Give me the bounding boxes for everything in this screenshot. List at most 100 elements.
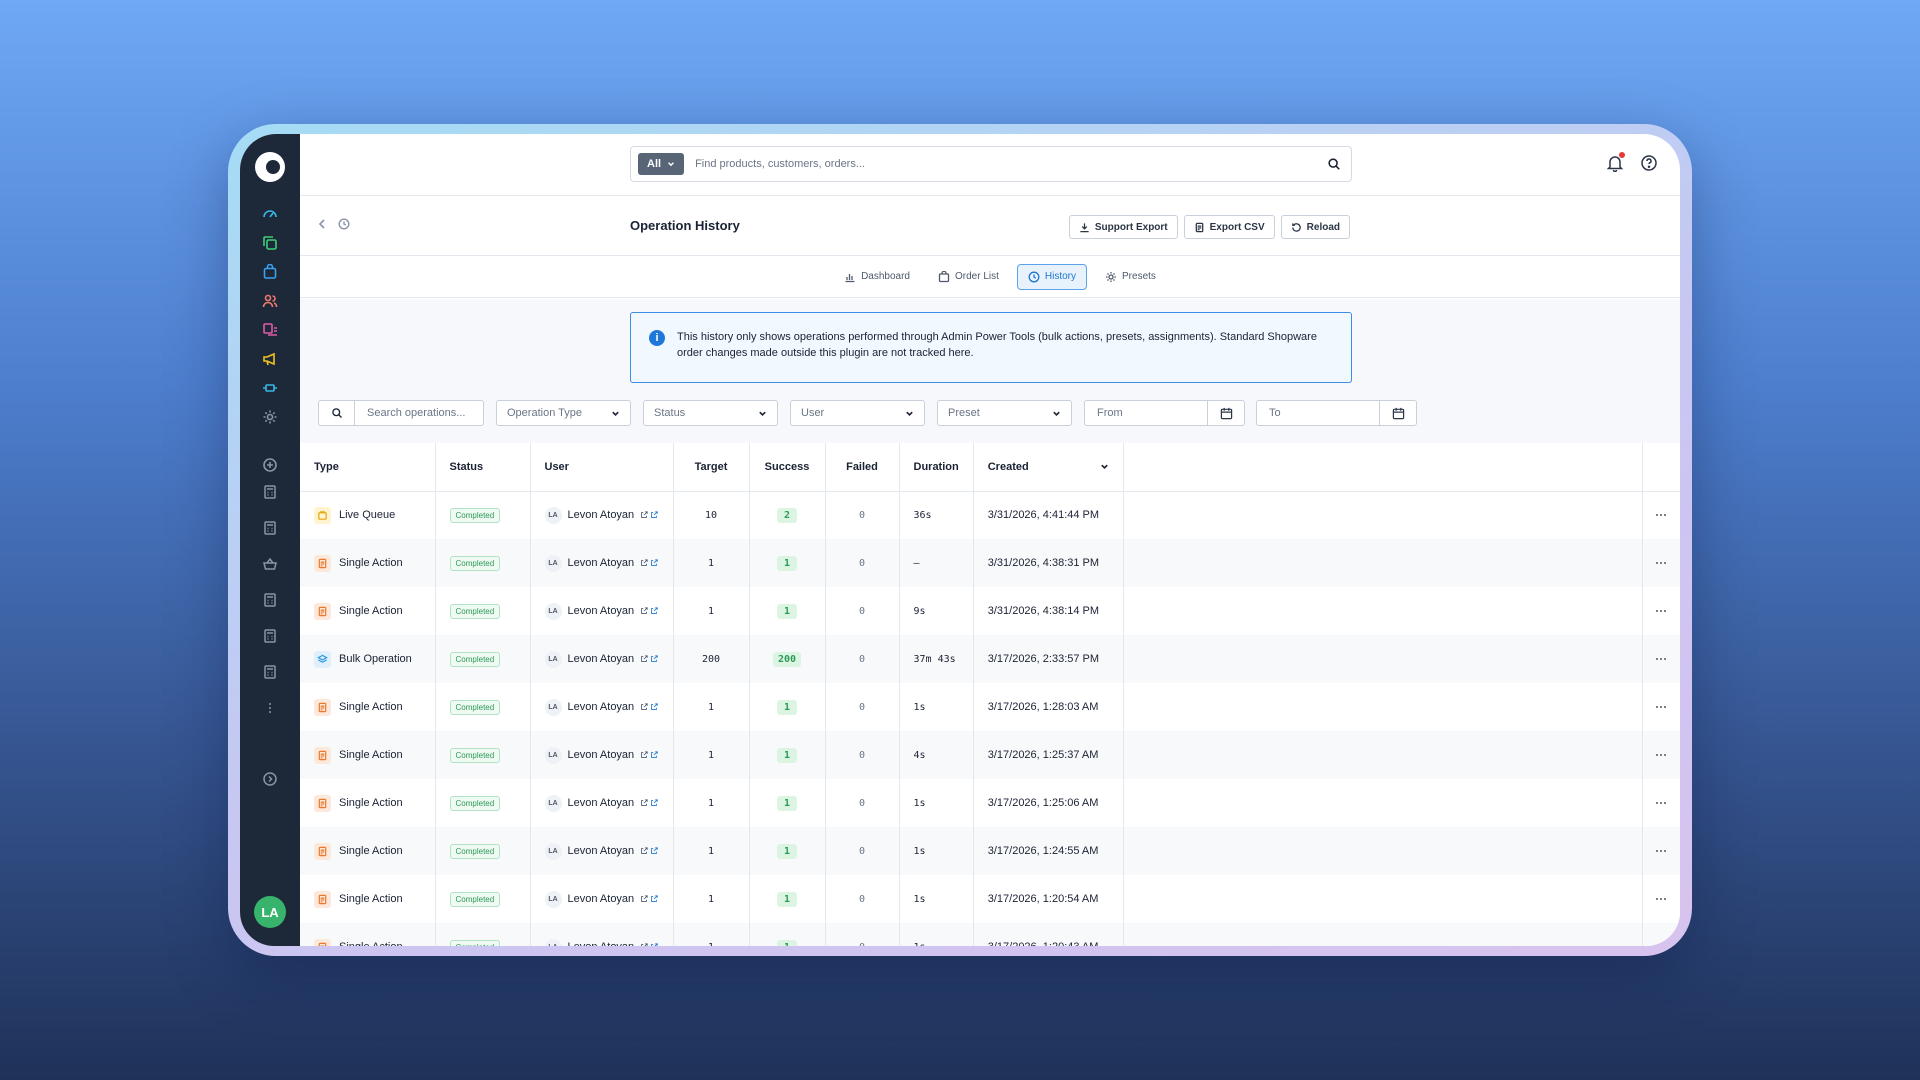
search-icon[interactable] xyxy=(319,401,355,425)
calendar-icon[interactable] xyxy=(1208,401,1244,425)
operations-search-input[interactable]: Search operations... xyxy=(367,407,465,419)
edit-link-icon[interactable] xyxy=(640,703,648,711)
edit-link-icon[interactable] xyxy=(640,799,648,807)
more-actions-icon[interactable] xyxy=(1643,658,1681,660)
user-avatar[interactable]: LA xyxy=(254,896,286,928)
back-arrow-icon[interactable] xyxy=(316,218,328,230)
column-header-created[interactable]: Created xyxy=(973,443,1124,492)
user-select[interactable]: User xyxy=(790,400,925,426)
settings-gear-icon[interactable] xyxy=(261,408,279,426)
table-row[interactable]: Single Action Completed LA Levon Atoyan … xyxy=(300,539,1680,587)
type-label: Single Action xyxy=(339,893,403,905)
table-row[interactable]: Live Queue Completed LA Levon Atoyan 10 … xyxy=(300,491,1680,539)
more-actions-icon[interactable] xyxy=(1643,898,1681,900)
edit-link-icon[interactable] xyxy=(640,943,648,946)
column-header-user[interactable]: User xyxy=(530,443,674,492)
table-row[interactable]: Single Action Completed LA Levon Atoyan … xyxy=(300,827,1680,875)
user-cell: LA Levon Atoyan xyxy=(530,731,674,779)
calculator-icon[interactable] xyxy=(261,663,279,681)
external-link-icon[interactable] xyxy=(650,559,658,567)
edit-link-icon[interactable] xyxy=(640,895,648,903)
global-search-input[interactable]: Find products, customers, orders... xyxy=(695,158,1327,170)
external-link-icon[interactable] xyxy=(650,895,658,903)
edit-link-icon[interactable] xyxy=(640,607,648,615)
table-row[interactable]: Single Action Completed LA Levon Atoyan … xyxy=(300,731,1680,779)
column-header-duration[interactable]: Duration xyxy=(899,443,974,492)
tab-history[interactable]: History xyxy=(1016,263,1088,290)
external-link-icon[interactable] xyxy=(650,847,658,855)
more-actions-icon[interactable] xyxy=(1643,610,1681,612)
reload-button[interactable]: Reload xyxy=(1280,215,1350,239)
table-row[interactable]: Single Action Completed LA Levon Atoyan … xyxy=(300,923,1680,946)
tab-dashboard[interactable]: Dashboard xyxy=(834,264,920,290)
preset-select[interactable]: Preset xyxy=(937,400,1072,426)
marketing-megaphone-icon[interactable] xyxy=(261,350,279,368)
calendar-icon[interactable] xyxy=(1380,401,1416,425)
content-list-icon[interactable] xyxy=(261,321,279,339)
external-link-icon[interactable] xyxy=(650,751,658,759)
edit-link-icon[interactable] xyxy=(640,559,648,567)
global-search[interactable]: All Find products, customers, orders... xyxy=(630,146,1352,182)
table-row[interactable]: Single Action Completed LA Levon Atoyan … xyxy=(300,779,1680,827)
more-actions-icon[interactable] xyxy=(1643,562,1681,564)
column-header-failed[interactable]: Failed xyxy=(825,443,900,492)
from-date-input[interactable]: From xyxy=(1085,401,1208,425)
calculator-icon[interactable] xyxy=(261,483,279,501)
calculator-icon[interactable] xyxy=(261,519,279,537)
edit-link-icon[interactable] xyxy=(640,655,648,663)
add-circle-icon[interactable] xyxy=(261,456,279,474)
search-scope-select[interactable]: All xyxy=(638,153,685,175)
to-date-picker[interactable]: To xyxy=(1256,400,1417,426)
column-header-success[interactable]: Success xyxy=(749,443,826,492)
table-row[interactable]: Single Action Completed LA Levon Atoyan … xyxy=(300,875,1680,923)
tab-order-list[interactable]: Order List xyxy=(928,264,1009,290)
more-actions-icon[interactable] xyxy=(1643,514,1681,517)
external-link-icon[interactable] xyxy=(650,703,658,711)
operations-search[interactable]: Search operations... xyxy=(318,400,484,426)
help-icon[interactable] xyxy=(1640,154,1658,172)
dashboard-gauge-icon[interactable] xyxy=(261,205,279,223)
notifications-bell-icon[interactable] xyxy=(1606,152,1625,173)
orders-bag-icon[interactable] xyxy=(261,263,279,281)
export-csv-button[interactable]: Export CSV xyxy=(1183,215,1275,239)
more-vertical-icon[interactable] xyxy=(261,699,279,717)
external-link-icon[interactable] xyxy=(650,799,658,807)
customers-users-icon[interactable] xyxy=(261,292,279,310)
edit-link-icon[interactable] xyxy=(640,751,648,759)
table-row[interactable]: Single Action Completed LA Levon Atoyan … xyxy=(300,587,1680,635)
column-header-target[interactable]: Target xyxy=(673,443,750,492)
more-actions-icon[interactable] xyxy=(1643,706,1681,708)
edit-link-icon[interactable] xyxy=(640,511,648,519)
support-export-button[interactable]: Support Export xyxy=(1068,215,1178,239)
table-row[interactable]: Single Action Completed LA Levon Atoyan … xyxy=(300,683,1680,731)
from-date-picker[interactable]: From xyxy=(1084,400,1245,426)
edit-link-icon[interactable] xyxy=(640,847,648,855)
user-cell: LA Levon Atoyan xyxy=(530,875,674,923)
status-select[interactable]: Status xyxy=(643,400,778,426)
tab-presets[interactable]: Presets xyxy=(1095,264,1166,290)
more-actions-icon[interactable] xyxy=(1643,850,1681,852)
column-header-type[interactable]: Type xyxy=(300,443,436,492)
table-row[interactable]: Bulk Operation Completed LA Levon Atoyan… xyxy=(300,635,1680,683)
calculator-icon[interactable] xyxy=(261,591,279,609)
duration-cell: 36s xyxy=(899,491,974,539)
extensions-plug-icon[interactable] xyxy=(261,379,279,397)
basket-icon[interactable] xyxy=(261,555,279,573)
to-date-input[interactable]: To xyxy=(1257,401,1380,425)
external-link-icon[interactable] xyxy=(650,943,658,946)
external-link-icon[interactable] xyxy=(650,655,658,663)
more-actions-icon[interactable] xyxy=(1643,802,1681,804)
column-header-status[interactable]: Status xyxy=(435,443,531,492)
sort-chevron-down-icon[interactable] xyxy=(1100,462,1109,471)
external-link-icon[interactable] xyxy=(650,511,658,519)
more-actions-icon[interactable] xyxy=(1643,754,1681,756)
calculator-icon[interactable] xyxy=(261,627,279,645)
search-icon[interactable] xyxy=(1327,157,1341,171)
catalog-copy-icon[interactable] xyxy=(261,234,279,252)
external-link-icon[interactable] xyxy=(650,607,658,615)
document-icon xyxy=(314,890,331,908)
operation-type-select[interactable]: Operation Type xyxy=(496,400,631,426)
collapse-sidebar-icon[interactable] xyxy=(261,770,279,788)
shopware-logo-icon[interactable] xyxy=(255,152,285,182)
history-clock-icon[interactable] xyxy=(338,218,350,230)
